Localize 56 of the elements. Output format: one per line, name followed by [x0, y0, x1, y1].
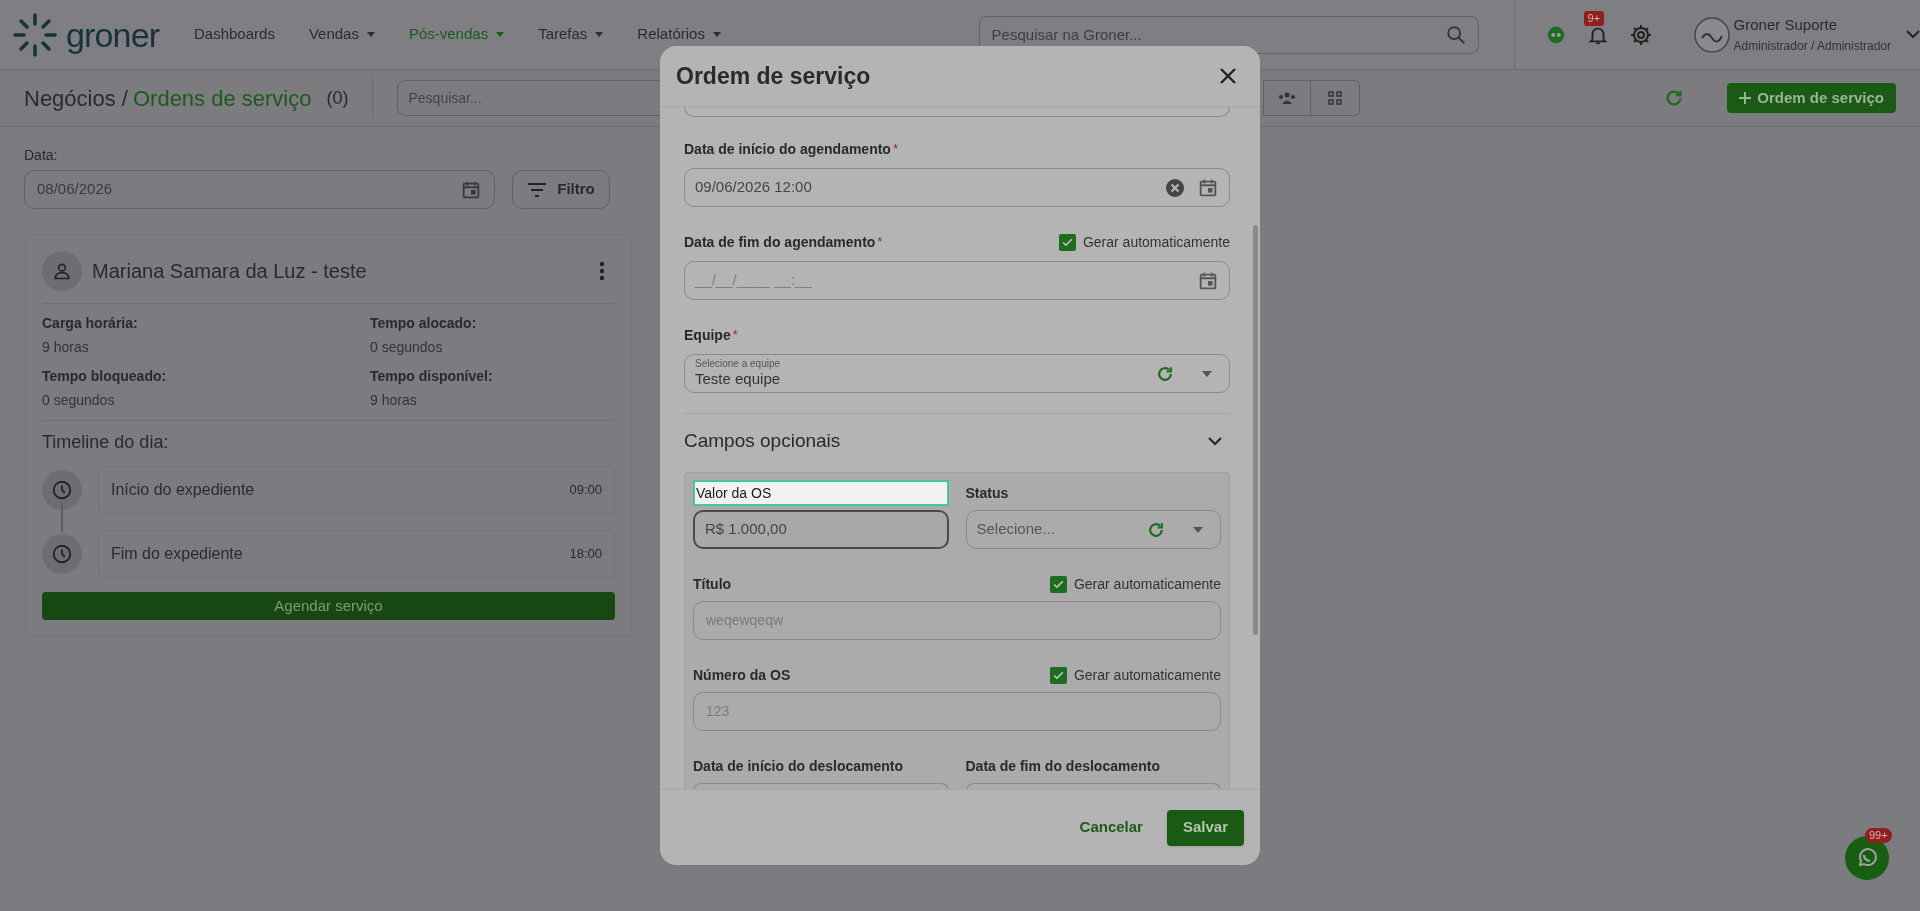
checkbox-label[interactable]: Gerar automaticamente — [1073, 573, 1221, 595]
select-field[interactable]: Selecione a equipe Teste equipe — [684, 354, 1230, 393]
page-title: Ordens de serviço — [132, 84, 312, 113]
stat-label: Tempo bloqueado: — [42, 367, 168, 386]
date-label: Data: — [24, 146, 58, 165]
field-label: Data de início do deslocamento — [693, 757, 904, 776]
filter-button[interactable]: Filtro — [512, 170, 610, 209]
stat-label: Tempo alocado: — [370, 314, 478, 333]
stat-value: 9 horas — [370, 391, 418, 410]
field-label: Data de fim do agendamento — [684, 233, 876, 252]
timeline-label: Início do expediente — [111, 480, 256, 500]
nav-menu-item[interactable]: Dashboards — [194, 23, 275, 46]
select-field[interactable]: Selecione... — [965, 510, 1221, 549]
nav-menu-item[interactable]: Vendas — [308, 23, 375, 46]
date-field[interactable]: 09/06/2026 12:00 — [684, 168, 1230, 207]
stat-label: Tempo disponível: — [370, 367, 494, 386]
timeline-time: 09:00 — [569, 481, 602, 500]
schedule-button[interactable]: Agendar serviço — [42, 592, 615, 620]
user-role: Administrador / Administrador — [1733, 37, 1891, 55]
required-mark: * — [892, 140, 898, 158]
timeline-label: Fim do expediente — [111, 544, 244, 564]
notification-badge: 9+ — [1583, 10, 1605, 26]
nav-menu-item[interactable]: Tarefas — [538, 23, 604, 46]
nav-menu-item[interactable]: Pós-vendas — [408, 23, 505, 46]
field-label: Número da OS — [693, 666, 791, 685]
checkbox-label[interactable]: Gerar automaticamente — [1073, 664, 1221, 686]
field-label: Status — [965, 484, 1009, 503]
currency-field[interactable]: R$ 1.000,00 — [693, 510, 949, 549]
timeline-time: 18:00 — [569, 545, 602, 564]
professional-name: Mariana Samara da Luz - teste — [92, 259, 368, 284]
field-label: Data de fim do deslocamento — [965, 757, 1160, 776]
save-button[interactable]: Salvar — [1166, 809, 1244, 846]
date-field[interactable]: __/__/____ __:__ — [684, 261, 1230, 300]
checkbox-label[interactable]: Gerar automaticamente — [1082, 232, 1230, 253]
stat-value: 0 segundos — [370, 338, 444, 357]
required-mark: * — [877, 233, 883, 251]
field-label: Título — [693, 575, 732, 594]
stat-value: 9 horas — [42, 338, 90, 357]
chat-badge: 99+ — [1865, 828, 1892, 843]
cancel-button[interactable]: Cancelar — [1079, 816, 1143, 839]
new-order-button[interactable]: Ordem de serviço — [1727, 83, 1896, 113]
timeline-title: Timeline do dia: — [42, 431, 170, 454]
count-label: (0) — [326, 86, 349, 110]
date-field[interactable]: 08/06/2026 — [24, 170, 495, 209]
required-mark: * — [732, 326, 738, 344]
field-label: Data de início do agendamento — [684, 140, 891, 159]
field-label: Valor da OS — [693, 480, 949, 506]
search-field[interactable]: Pesquisar na Groner... — [978, 15, 1479, 54]
breadcrumb[interactable]: Negócios / — [24, 81, 128, 115]
stat-label: Carga horária: — [42, 314, 139, 333]
logo-text: groner — [66, 17, 160, 52]
field-label: Equipe — [684, 326, 731, 345]
user-name: Groner Suporte — [1733, 15, 1838, 36]
section-toggle[interactable]: Campos opcionais — [684, 426, 1230, 456]
stat-value: 0 segundos — [42, 391, 116, 410]
nav-menu-item[interactable]: Relatórios — [637, 23, 721, 46]
